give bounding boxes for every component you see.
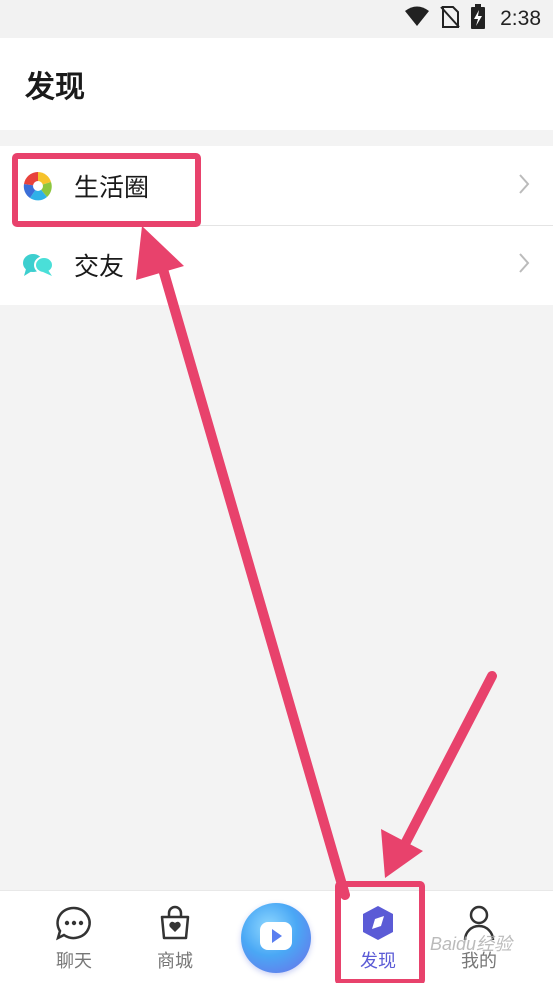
chat-bubbles-icon	[22, 249, 54, 281]
list-item-life-circle[interactable]: 生活圈	[0, 146, 553, 225]
chevron-right-icon	[517, 252, 531, 278]
wifi-icon	[404, 6, 430, 32]
list-item-label: 交友	[74, 252, 125, 281]
status-time: 2:38	[500, 7, 541, 30]
no-sim-icon	[440, 5, 460, 33]
screen: 2:38 发现 生活圈 交友 聊天 商城 发现 我的 Baidu经验	[0, 0, 553, 983]
chat-bubble-icon	[55, 905, 93, 941]
nav-item-mall[interactable]: 商城	[125, 891, 225, 983]
nav-label-discover: 发现	[360, 951, 396, 972]
chevron-right-icon	[517, 173, 531, 199]
header: 发现	[0, 38, 553, 130]
center-play-button[interactable]	[241, 903, 311, 973]
arrow-head-short	[381, 829, 423, 878]
nav-item-discover[interactable]: 发现	[328, 891, 428, 983]
watermark: Baidu经验	[430, 934, 513, 954]
play-button-icon	[259, 921, 293, 955]
compass-hexagon-icon	[360, 905, 396, 941]
arrow-line-long	[153, 247, 350, 900]
discover-list: 生活圈 交友	[0, 146, 553, 305]
list-item-label: 生活圈	[74, 172, 150, 202]
shopping-bag-icon	[157, 905, 193, 941]
battery-charging-icon	[470, 4, 486, 34]
nav-label-chat: 聊天	[56, 951, 92, 972]
colorful-pinwheel-icon	[22, 170, 54, 202]
list-item-make-friends[interactable]: 交友	[22, 225, 553, 304]
nav-label-mall: 商城	[157, 951, 193, 972]
arrow-line-short	[401, 671, 497, 847]
status-bar: 2:38	[0, 0, 553, 38]
page-title: 发现	[25, 70, 85, 105]
nav-item-chat[interactable]: 聊天	[24, 891, 124, 983]
